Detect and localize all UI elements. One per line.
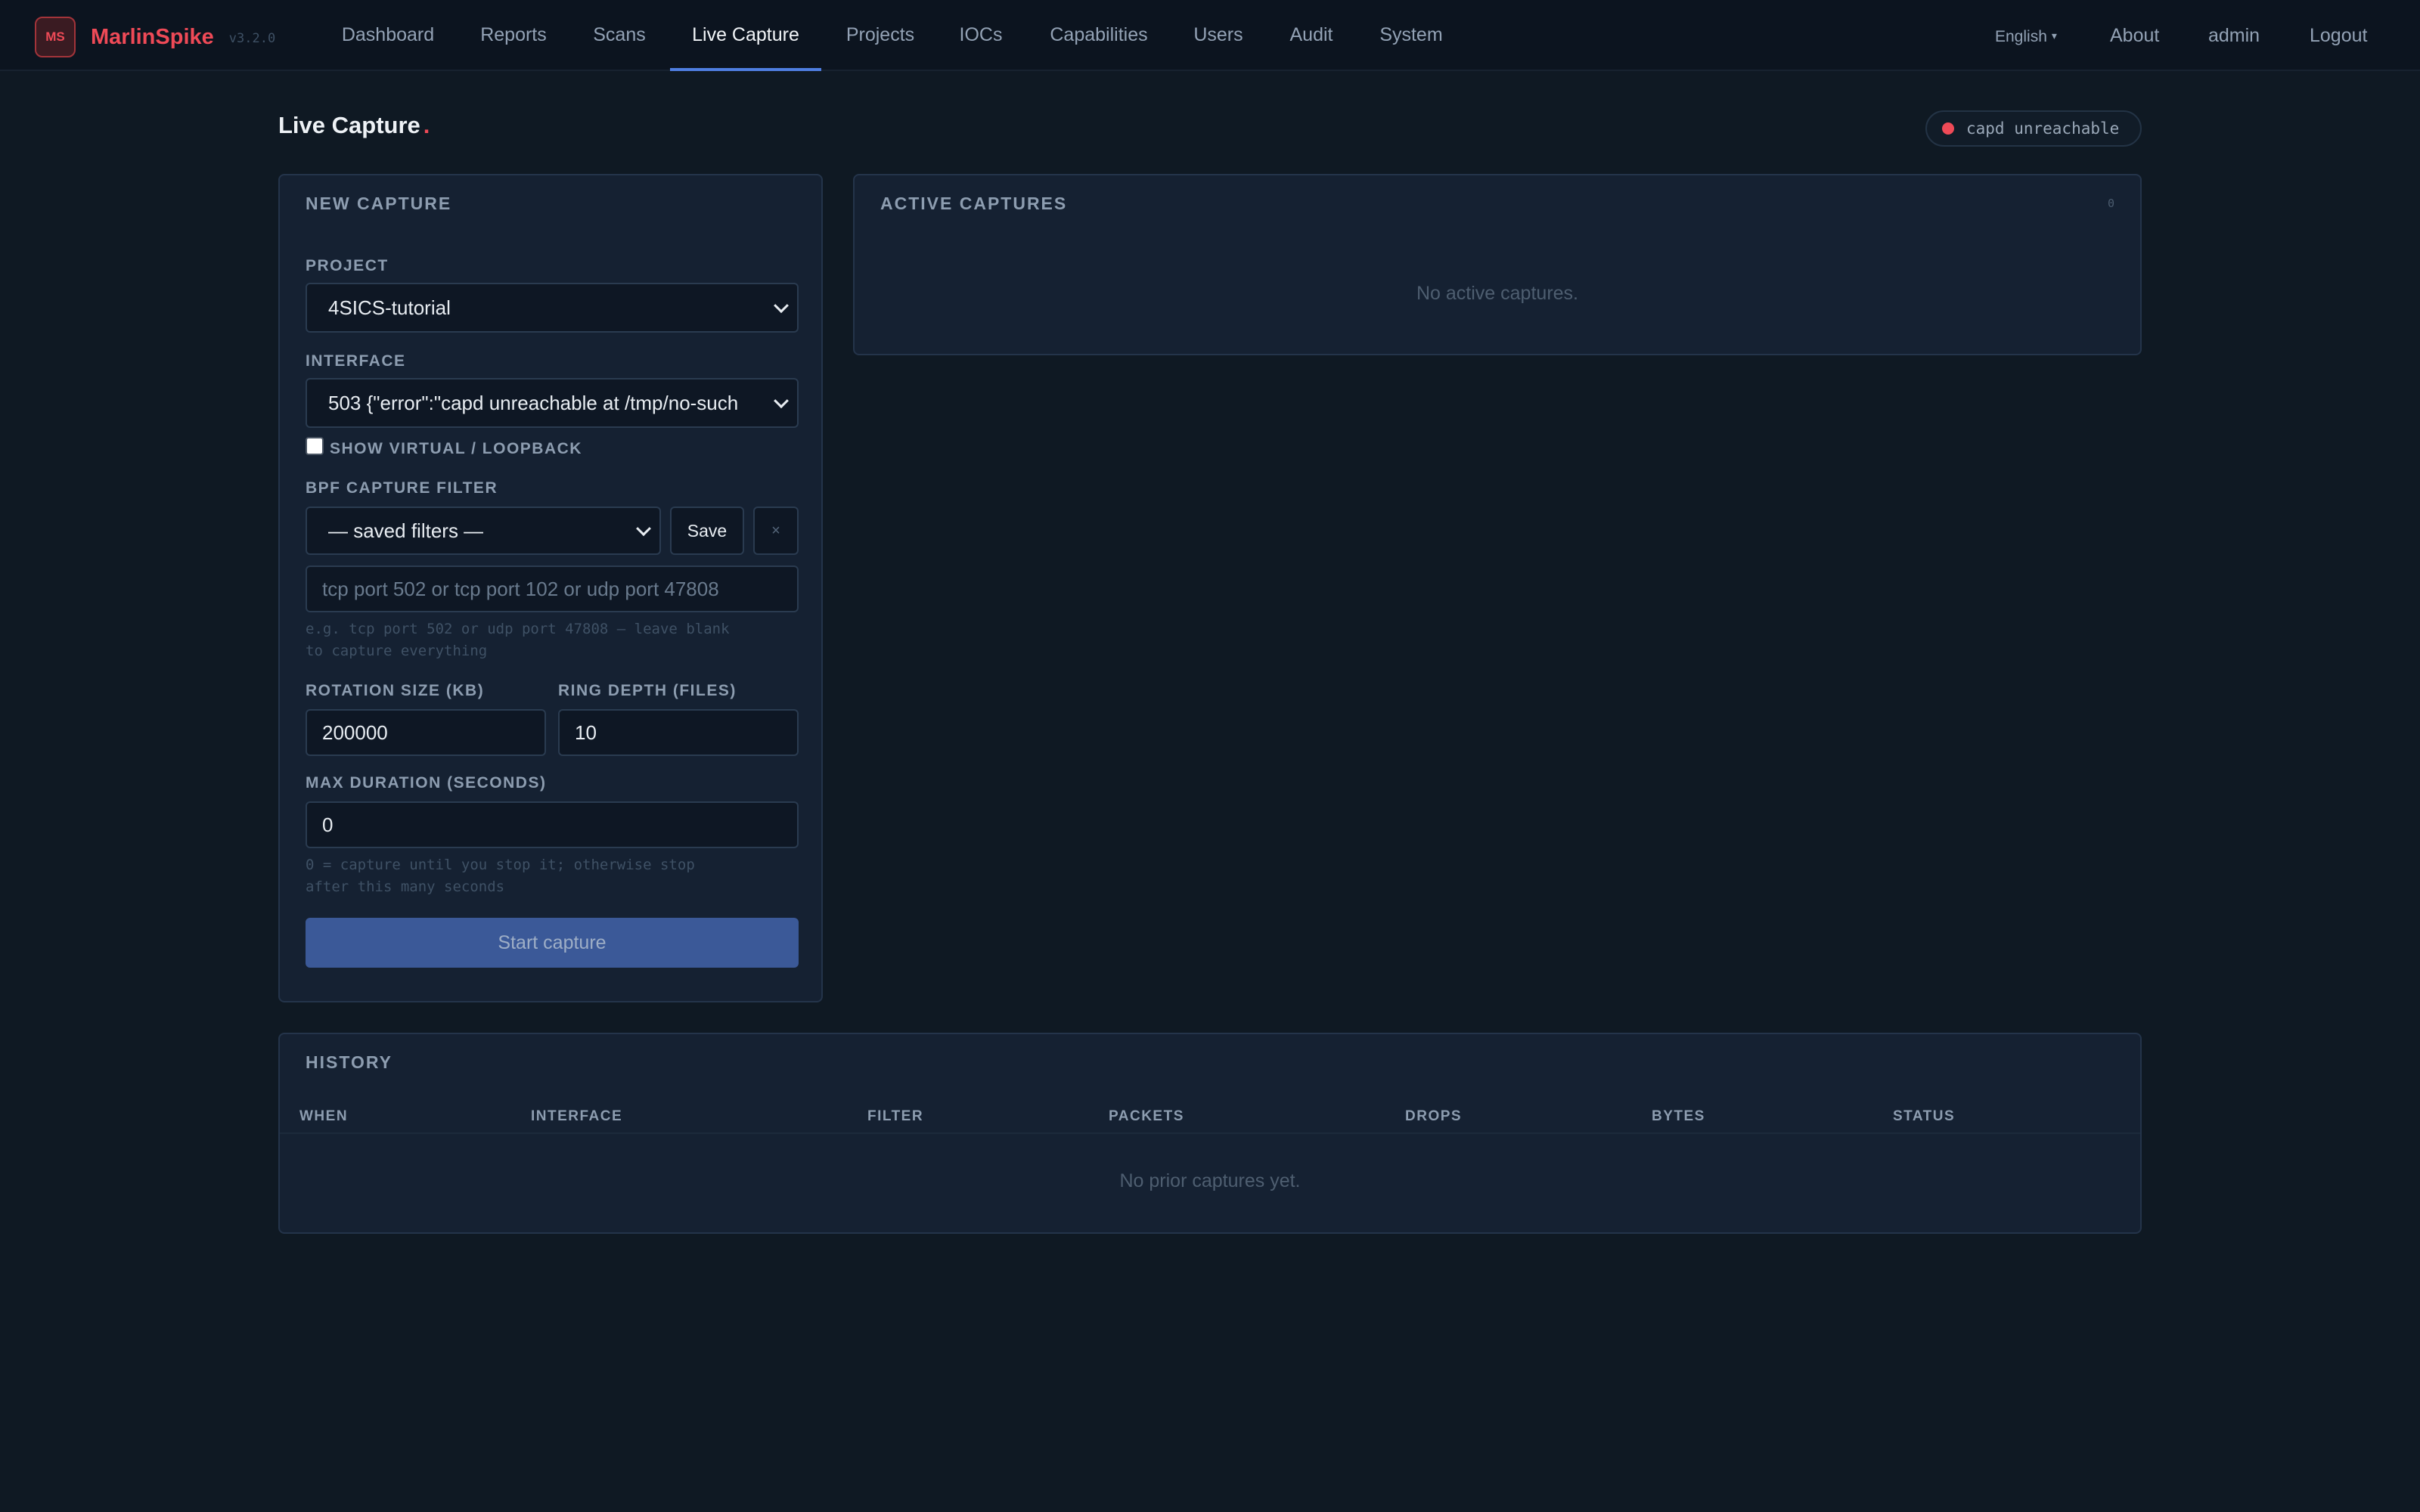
max-duration-value: 0 <box>322 813 334 836</box>
saved-filters-value: — saved filters — <box>328 519 484 542</box>
start-capture-button[interactable]: Start capture <box>306 918 799 968</box>
ring-depth-input[interactable]: 10 <box>558 709 799 756</box>
status-text: capd unreachable <box>1966 119 2120 138</box>
new-capture-card: NEW CAPTURE PROJECT 4SICS-tutorial INTER… <box>278 174 823 1002</box>
show-virtual-checkbox[interactable] <box>306 437 324 455</box>
rotation-size-input[interactable]: 200000 <box>306 709 546 756</box>
app-version: v3.2.0 <box>228 31 276 46</box>
bpf-filter-hint-line-2: to capture everything <box>306 643 488 659</box>
bpf-filter-hint-line-1: e.g. tcp port 502 or udp port 47808 — le… <box>306 621 730 637</box>
chevron-down-icon <box>636 521 651 537</box>
chevron-down-icon <box>774 298 789 314</box>
active-captures-card: ACTIVE CAPTURES 0 No active captures. <box>853 174 2142 355</box>
rotation-size-label: ROTATION SIZE (KB) <box>306 682 485 699</box>
nav-capabilities[interactable]: Capabilities <box>1036 0 1162 71</box>
column-header-filter[interactable]: FILTER <box>867 1108 923 1125</box>
app-logo: MS <box>35 17 76 57</box>
brand[interactable]: MS MarlinSpike v3.2.0 <box>35 17 275 57</box>
nav-projects[interactable]: Projects <box>832 0 929 71</box>
saved-filters-select[interactable]: — saved filters — <box>306 507 661 555</box>
bpf-filter-input[interactable]: tcp port 502 or tcp port 102 or udp port… <box>306 565 799 612</box>
chevron-down-icon: ▾ <box>2051 29 2057 42</box>
history-card: HISTORY WHEN INTERFACE FILTER PACKETS DR… <box>278 1033 2142 1234</box>
ring-depth-label: RING DEPTH (FILES) <box>558 682 737 699</box>
project-select-value: 4SICS-tutorial <box>328 296 451 319</box>
clear-filter-button[interactable]: × <box>753 507 799 555</box>
language-label: English <box>1995 28 2047 45</box>
new-capture-title: NEW CAPTURE <box>306 194 452 213</box>
nav-user[interactable]: admin <box>2208 0 2260 71</box>
history-empty: No prior captures yet. <box>1119 1170 1301 1191</box>
active-captures-title: ACTIVE CAPTURES <box>880 194 1068 213</box>
nav-iocs[interactable]: IOCs <box>947 0 1015 71</box>
table-header-divider <box>280 1132 2140 1134</box>
top-nav: MS MarlinSpike v3.2.0 Dashboard Reports … <box>0 0 2420 71</box>
page-title-text: Live Capture <box>278 112 420 138</box>
interface-select-value: 503 {"error":"capd unreachable at /tmp/n… <box>328 391 739 414</box>
save-filter-button[interactable]: Save <box>670 507 744 555</box>
language-selector[interactable]: English ▾ <box>1995 0 2057 71</box>
nav-live-capture[interactable]: Live Capture <box>670 0 821 71</box>
nav-reports[interactable]: Reports <box>466 0 561 71</box>
ring-depth-value: 10 <box>575 720 597 744</box>
page-title: Live Capture. <box>278 112 430 139</box>
interface-label: INTERFACE <box>306 352 406 370</box>
max-duration-label: MAX DURATION (SECONDS) <box>306 774 547 792</box>
active-captures-count: 0 <box>2107 197 2114 210</box>
max-duration-hint: 0 = capture until you stop it; otherwise… <box>306 854 695 898</box>
interface-select[interactable]: 503 {"error":"capd unreachable at /tmp/n… <box>306 378 799 428</box>
rotation-size-value: 200000 <box>322 720 388 744</box>
nav-scans[interactable]: Scans <box>579 0 659 71</box>
nav-about[interactable]: About <box>2110 0 2159 71</box>
project-select[interactable]: 4SICS-tutorial <box>306 283 799 333</box>
status-dot-icon <box>1942 122 1954 135</box>
column-header-status[interactable]: STATUS <box>1893 1108 1955 1125</box>
nav-dashboard[interactable]: Dashboard <box>328 0 448 71</box>
column-header-interface[interactable]: INTERFACE <box>531 1108 622 1125</box>
project-label: PROJECT <box>306 257 389 274</box>
nav-system[interactable]: System <box>1369 0 1454 71</box>
bpf-filter-label: BPF CAPTURE FILTER <box>306 479 498 497</box>
nav-logout[interactable]: Logout <box>2310 0 2367 71</box>
show-virtual-label: SHOW VIRTUAL / LOOPBACK <box>330 440 582 457</box>
history-title: HISTORY <box>306 1052 392 1072</box>
app-name: MarlinSpike <box>91 24 214 49</box>
page-title-dot: . <box>423 112 430 138</box>
max-duration-input[interactable]: 0 <box>306 801 799 848</box>
capd-status-badge: capd unreachable <box>1925 110 2142 147</box>
column-header-bytes[interactable]: BYTES <box>1652 1108 1705 1125</box>
max-duration-hint-line-1: 0 = capture until you stop it; otherwise… <box>306 857 695 873</box>
active-captures-empty: No active captures. <box>1416 283 1578 304</box>
nav-audit[interactable]: Audit <box>1278 0 1345 71</box>
close-icon: × <box>771 522 780 539</box>
bpf-filter-placeholder: tcp port 502 or tcp port 102 or udp port… <box>322 577 719 600</box>
column-header-when[interactable]: WHEN <box>299 1108 348 1125</box>
bpf-filter-hint: e.g. tcp port 502 or udp port 47808 — le… <box>306 618 730 662</box>
nav-users[interactable]: Users <box>1181 0 1255 71</box>
column-header-packets[interactable]: PACKETS <box>1109 1108 1184 1125</box>
column-header-drops[interactable]: DROPS <box>1405 1108 1462 1125</box>
chevron-down-icon <box>774 393 789 409</box>
max-duration-hint-line-2: after this many seconds <box>306 878 505 895</box>
